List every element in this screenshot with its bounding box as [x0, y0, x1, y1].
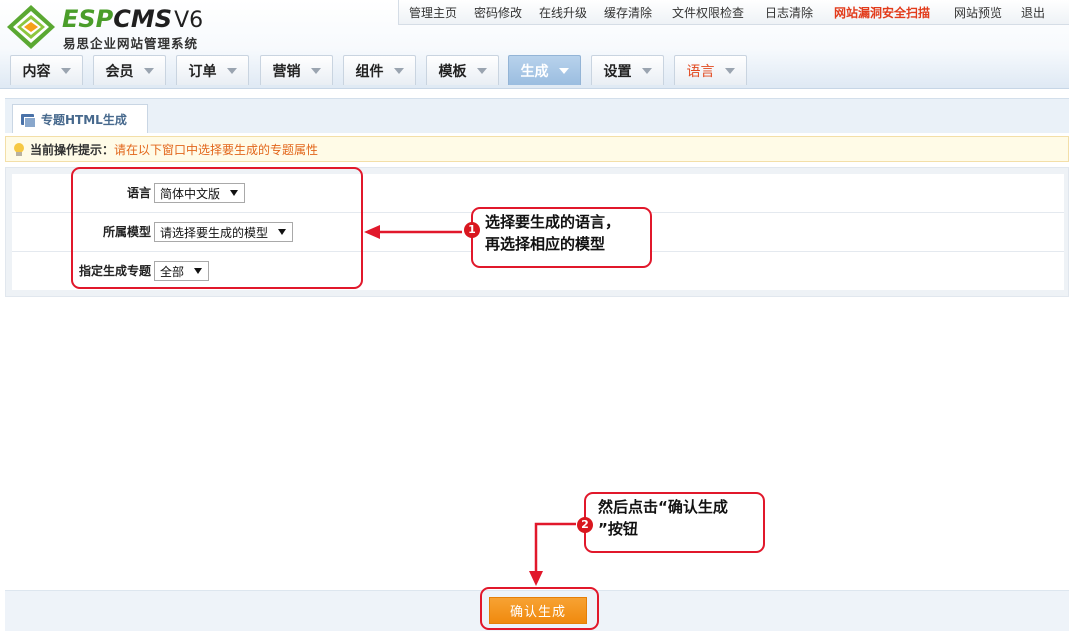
- arrow-to-form-icon: [364, 225, 462, 239]
- annotation-arrows: [364, 225, 576, 586]
- arrow-to-button-icon: [529, 522, 576, 586]
